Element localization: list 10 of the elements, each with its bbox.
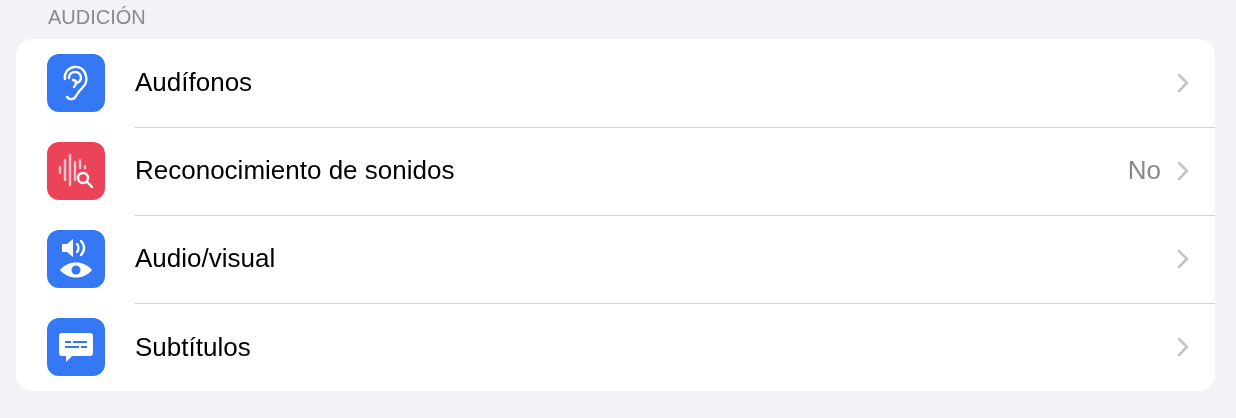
row-label[interactable]: Audífonos xyxy=(135,67,1177,98)
chevron-icon xyxy=(1177,337,1189,357)
row-label[interactable]: Audio/visual xyxy=(135,243,1177,274)
chevron-icon xyxy=(1177,160,1189,181)
row-value: No xyxy=(1127,155,1161,186)
chevron-icon xyxy=(1177,72,1189,93)
row-label[interactable]: Subtítulos xyxy=(135,331,1177,363)
chevron-icon xyxy=(1177,248,1189,269)
section-header: AUDICIÓN xyxy=(47,5,147,30)
row-label[interactable]: Reconocimiento de sonidos xyxy=(135,155,1128,186)
